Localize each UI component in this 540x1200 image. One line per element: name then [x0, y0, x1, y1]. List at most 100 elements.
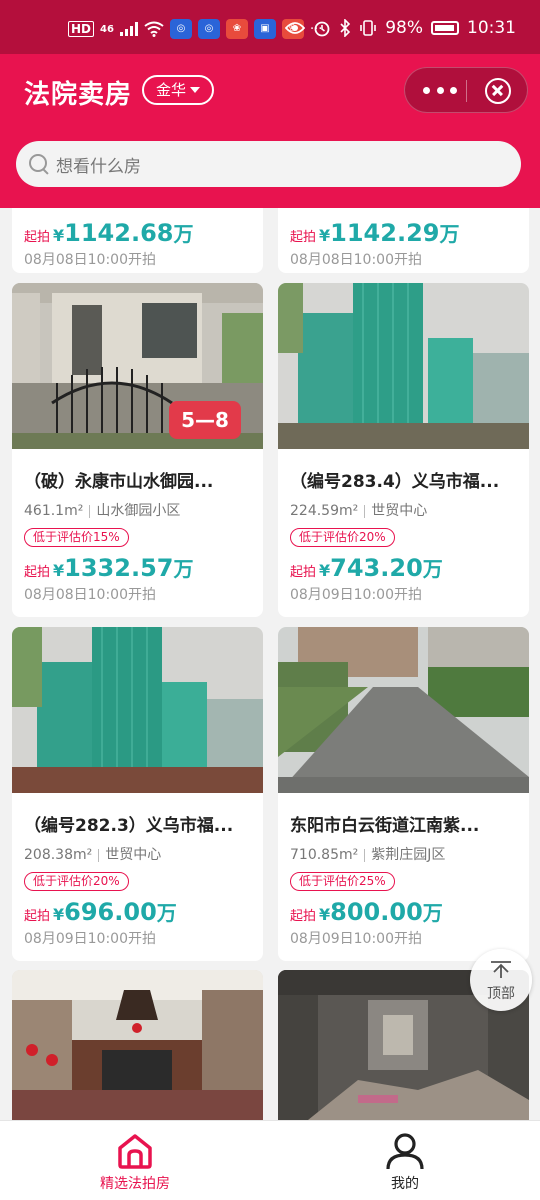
currency: ¥ [53, 226, 65, 245]
listing-meta: 224.59m² 世贸中心 [290, 500, 519, 520]
page-title: 法院卖房 [24, 80, 133, 110]
price-label: 起拍 [24, 230, 51, 245]
status-left: HD 46 ◎ ◎ ❀ ▣ ❀ ··· [68, 19, 322, 39]
search-placeholder: 想看什么房 [56, 156, 141, 177]
discount-tag: 低于评估价25% [290, 872, 395, 891]
tab-bar: 精选法拍房 我的 [0, 1120, 540, 1200]
currency: ¥ [319, 905, 331, 924]
price-label: 起拍 [290, 230, 317, 245]
back-to-top-button[interactable]: 顶部 [470, 949, 532, 1011]
area: 461.1m² [24, 503, 84, 519]
auction-time: 08月08日10:00开拍 [24, 587, 156, 603]
currency: ¥ [319, 226, 331, 245]
property-photo [12, 627, 263, 793]
currency: ¥ [319, 561, 331, 580]
community: 紫荆庄园J区 [371, 847, 446, 863]
signal-icon [119, 22, 138, 36]
back-to-top-label: 顶部 [487, 986, 515, 1002]
miniprogram-capsule [404, 67, 528, 113]
price-unit: 万 [422, 557, 443, 581]
city-selector[interactable]: 金华 [142, 75, 215, 105]
auction-time: 08月08日10:00开拍 [24, 252, 156, 268]
network-indicator: 46 [100, 23, 114, 35]
price-label: 起拍 [24, 565, 51, 580]
battery-percent: 98% [385, 18, 423, 38]
status-right: 98% 10:31 [285, 18, 516, 38]
price-unit: 万 [422, 901, 443, 925]
auction-time: 08月09日10:00开拍 [290, 587, 422, 603]
app-notification-icon: ◎ [197, 19, 220, 39]
auction-time: 08月09日10:00开拍 [24, 931, 156, 947]
price-line: 起拍 ¥743.20万 [290, 553, 519, 582]
discount-tag: 低于评估价20% [290, 528, 395, 547]
eye-icon [285, 22, 306, 34]
community: 世贸中心 [371, 503, 428, 519]
price-value: 1142.29 [330, 219, 440, 247]
app-notification-icon: ❀ [225, 19, 248, 39]
tab-featured[interactable]: 精选法拍房 [65, 1131, 205, 1193]
hd-indicator: HD [68, 21, 95, 37]
listing-card[interactable] [12, 970, 263, 1120]
listing-card[interactable]: （编号283.4）义乌市福... 224.59m² 世贸中心 低于评估价20% 起… [278, 283, 529, 617]
community: 山水御园小区 [96, 503, 181, 519]
battery-icon [431, 21, 459, 35]
price-label: 起拍 [24, 909, 51, 924]
price-value: 800.00 [330, 898, 423, 926]
price-unit: 万 [156, 901, 177, 925]
vibrate-icon [360, 20, 377, 36]
property-photo: 5—8 [12, 283, 263, 449]
listing-card[interactable]: 起拍 ¥1142.29万 08月08日10:00开拍 [278, 208, 529, 273]
price-line: 起拍 ¥1142.68万 [24, 218, 253, 247]
price-value: 1142.68 [64, 219, 174, 247]
currency: ¥ [53, 561, 65, 580]
price-line: 起拍 ¥696.00万 [24, 897, 253, 926]
price-label: 起拍 [290, 909, 317, 924]
listing-meta: 710.85m² 紫荆庄园J区 [290, 844, 519, 864]
discount-tag: 低于评估价15% [24, 528, 129, 547]
listing-card[interactable]: 起拍 ¥1142.68万 08月08日10:00开拍 [12, 208, 263, 273]
price-unit: 万 [173, 557, 194, 581]
listing-card[interactable]: 东阳市白云街道江南紫... 710.85m² 紫荆庄园J区 低于评估价25% 起拍… [278, 627, 529, 961]
tab-mine[interactable]: 我的 [335, 1131, 475, 1193]
listing-card[interactable]: 5—8 （破）永康市山水御园... 461.1m² 山水御园小区 低于评估价15%… [12, 283, 263, 617]
area: 710.85m² [290, 847, 359, 863]
price-label: 起拍 [290, 565, 317, 580]
area: 208.38m² [24, 847, 93, 863]
caret-down-icon [190, 87, 201, 93]
listing-title: （编号283.4）义乌市福... [290, 472, 500, 492]
listing-card[interactable]: （编号282.3）义乌市福... 208.38m² 世贸中心 低于评估价20% 起… [12, 627, 263, 961]
more-options-icon[interactable] [423, 80, 457, 100]
price-value: 1332.57 [64, 554, 174, 582]
bluetooth-icon [340, 19, 351, 37]
price-unit: 万 [439, 222, 460, 246]
status-bar: HD 46 ◎ ◎ ❀ ▣ ❀ ··· 98% 10:31 [0, 0, 540, 54]
listing-title: （破）永康市山水御园... [24, 472, 214, 492]
price-line: 起拍 ¥1142.29万 [290, 218, 519, 247]
close-icon[interactable] [485, 78, 511, 104]
discount-tag: 低于评估价20% [24, 872, 129, 891]
user-icon [386, 1133, 424, 1170]
property-photo [278, 627, 529, 793]
price-unit: 万 [173, 222, 194, 246]
price-value: 743.20 [330, 554, 423, 582]
search-input[interactable]: 想看什么房 [16, 141, 521, 187]
arrow-up-icon [491, 961, 511, 978]
price-value: 696.00 [64, 898, 157, 926]
price-line: 起拍 ¥1332.57万 [24, 553, 253, 582]
property-photo [12, 970, 263, 1120]
area: 224.59m² [290, 503, 359, 519]
currency: ¥ [53, 905, 65, 924]
app-header: 法院卖房 金华 想看什么房 [0, 54, 540, 208]
tab-label: 精选法拍房 [100, 1176, 170, 1192]
alarm-icon [314, 21, 330, 37]
clock: 10:31 [467, 18, 516, 38]
home-icon [118, 1134, 152, 1169]
city-label: 金华 [156, 81, 187, 99]
search-icon [28, 153, 50, 175]
tab-label: 我的 [391, 1176, 419, 1192]
app-notification-icon: ▣ [253, 19, 276, 39]
listing-meta: 208.38m² 世贸中心 [24, 844, 253, 864]
auction-time: 08月09日10:00开拍 [290, 931, 422, 947]
listing-title: （编号282.3）义乌市福... [24, 816, 234, 836]
wifi-icon [144, 21, 164, 37]
